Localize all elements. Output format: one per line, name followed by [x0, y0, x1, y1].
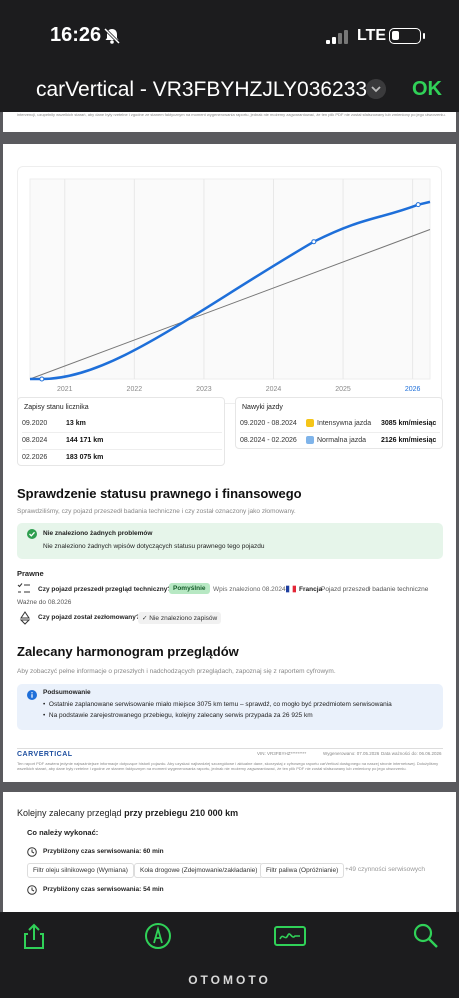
summary-bullet: • Ostatnie zaplanowane serwisowanie miał… — [43, 701, 392, 708]
footer-generated: Wygenerowano: 07.05.2026 — [323, 751, 380, 756]
document-title: carVertical - VR3FBYHZJLY036233 — [36, 78, 368, 101]
legal-subtitle: Sprawdziliśmy, czy pojazd przeszedł bada… — [17, 508, 296, 515]
checklist-icon — [17, 583, 30, 593]
todo-label: Co należy wykonać: — [27, 828, 99, 837]
odometer-value: 144 171 km — [66, 437, 104, 444]
battery-icon — [389, 28, 421, 44]
markup-icon[interactable] — [144, 922, 172, 950]
summary-bullet: • Na podstawie zarejestrowanego przebieg… — [43, 712, 313, 719]
footer-valid: Data ważności do: 06.06.2026 — [381, 751, 442, 756]
mileage-point — [39, 376, 45, 382]
info-icon — [27, 690, 37, 700]
mileage-point — [311, 239, 317, 245]
status-bar: 16:26 LTE — [0, 0, 459, 70]
mileage-point — [415, 202, 421, 208]
france-flag-icon — [286, 585, 296, 593]
service-task-tag: Filtr oleju silnikowego (Wymiana) — [27, 863, 134, 878]
fine-print: intervencji, uzupełniły wszelkich starań… — [17, 112, 446, 117]
driving-habits-card: Nawyki jazdy 09.2020 - 08.2024 Intensywn… — [235, 397, 443, 449]
habit-label: Intensywna jazda — [317, 420, 372, 427]
inspection-status-badge: Pomyślnie — [169, 583, 210, 594]
x-tick-label: 2024 — [266, 386, 282, 393]
clock-icon — [27, 885, 37, 895]
otomoto-logo: OTOMOTO — [188, 973, 271, 987]
service-summary-box: Podsumowanie • Ostatnie zaplanowane serw… — [17, 684, 443, 730]
ok-button[interactable]: OK — [412, 78, 442, 101]
status-time: 16:26 — [50, 24, 102, 46]
habit-value: 2126 km/miesiąc — [381, 437, 437, 444]
inspection-found: Wpis znaleziono 08.2024 — [213, 586, 286, 593]
x-tick-label: 2026 — [405, 386, 421, 393]
bell-muted-icon — [103, 27, 121, 45]
recycle-icon — [19, 611, 31, 625]
inspection-question: Czy pojazd przeszedł przegląd techniczny… — [38, 586, 172, 593]
habit-period: 09.2020 - 08.2024 — [240, 420, 297, 427]
odometer-date: 08.2024 — [22, 437, 48, 444]
habit-value: 3085 km/miesiąc — [381, 420, 437, 427]
pdf-viewer[interactable]: intervencji, uzupełniły wszelkich starań… — [0, 112, 459, 912]
x-tick-label: 2022 — [127, 386, 143, 393]
search-icon[interactable] — [412, 922, 440, 950]
pdf-page-fragment: intervencji, uzupełniły wszelkich starań… — [3, 112, 456, 132]
inspection-text: Pojazd przeszedł badanie techniczne — [321, 586, 429, 593]
footer-fine-print: Ten raport PDF zawiera jedynie najważnie… — [17, 761, 439, 771]
odometer-date: 02.2026 — [22, 454, 48, 461]
intensive-swatch — [306, 419, 314, 427]
chevron-down-icon[interactable] — [366, 79, 386, 99]
normal-swatch — [306, 436, 314, 444]
mileage-chart: 202120222023202420252026PrzebiegPrzecięt… — [17, 166, 442, 405]
x-tick-label: 2021 — [57, 386, 73, 393]
plot-area — [29, 178, 431, 380]
odometer-value: 183 075 km — [66, 454, 104, 461]
service-task-tag: Filtr paliwa (Opróżnianie) — [260, 863, 345, 878]
no-problems-alert: Nie znaleziono żadnych problemów Nie zna… — [17, 523, 443, 559]
next-service-title: Kolejny zalecany przegląd przy przebiegu… — [17, 808, 239, 818]
habit-label: Normalna jazda — [317, 437, 367, 444]
scrapped-status-badge: ✓ Nie znaleziono zapisów — [138, 612, 222, 624]
footer-vin: VIN: VR3FBYHZ********* — [257, 751, 307, 756]
habits-title: Nawyki jazdy — [242, 404, 283, 411]
service-subtitle: Aby zobaczyć pełne informacje o przeszły… — [17, 668, 336, 675]
nav-bar: carVertical - VR3FBYHZJLY036233 OK — [0, 70, 459, 112]
x-tick-label: 2023 — [196, 386, 212, 393]
scrapped-question: Czy pojazd został zezłomowany? — [38, 614, 140, 621]
bottom-toolbar — [0, 912, 459, 960]
mileage-chart-svg: 202120222023202420252026PrzebiegPrzecięt… — [29, 178, 431, 405]
service-task-tag: Koła drogowe (Zdejmowanie/zakładanie) — [134, 863, 264, 878]
carvertical-logo: CARVERTICAL — [17, 751, 73, 758]
pdf-page: Kolejny zalecany przegląd przy przebiegu… — [3, 792, 456, 912]
odometer-date: 09.2020 — [22, 420, 48, 427]
share-icon[interactable] — [20, 922, 48, 950]
ok-text: Nie znaleziono żadnych wpisów dotyczącyc… — [43, 543, 265, 550]
odometer-title: Zapisy stanu licznika — [24, 404, 89, 411]
legal-title: Sprawdzenie statusu prawnego i finansowe… — [17, 486, 302, 501]
pdf-page: 202120222023202420252026PrzebiegPrzecięt… — [3, 144, 456, 782]
service-time: Przybliżony czas serwisowania: 60 min — [43, 848, 164, 855]
legal-section-label: Prawne — [17, 569, 44, 578]
check-circle-icon — [27, 529, 37, 539]
more-tasks: +49 czynności serwisowych — [345, 866, 426, 873]
habit-period: 08.2024 - 02.2026 — [240, 437, 297, 444]
signature-icon[interactable] — [273, 922, 307, 950]
inspection-valid: Ważne do 08.2026 — [17, 599, 72, 606]
summary-title: Podsumowanie — [43, 689, 91, 696]
brand-bar: OTOMOTO — [0, 960, 459, 998]
service-time: Przybliżony czas serwisowania: 54 min — [43, 886, 164, 893]
network-type: LTE — [357, 27, 387, 44]
clock-icon — [27, 847, 37, 857]
inspection-country: Francja — [299, 586, 323, 593]
odometer-card: Zapisy stanu licznika 09.2020 13 km 08.2… — [17, 397, 225, 466]
x-tick-label: 2025 — [335, 386, 351, 393]
odometer-value: 13 km — [66, 420, 86, 427]
service-title: Zalecany harmonogram przeglądów — [17, 644, 239, 659]
signal-icon — [326, 30, 348, 44]
ok-title: Nie znaleziono żadnych problemów — [43, 530, 153, 537]
